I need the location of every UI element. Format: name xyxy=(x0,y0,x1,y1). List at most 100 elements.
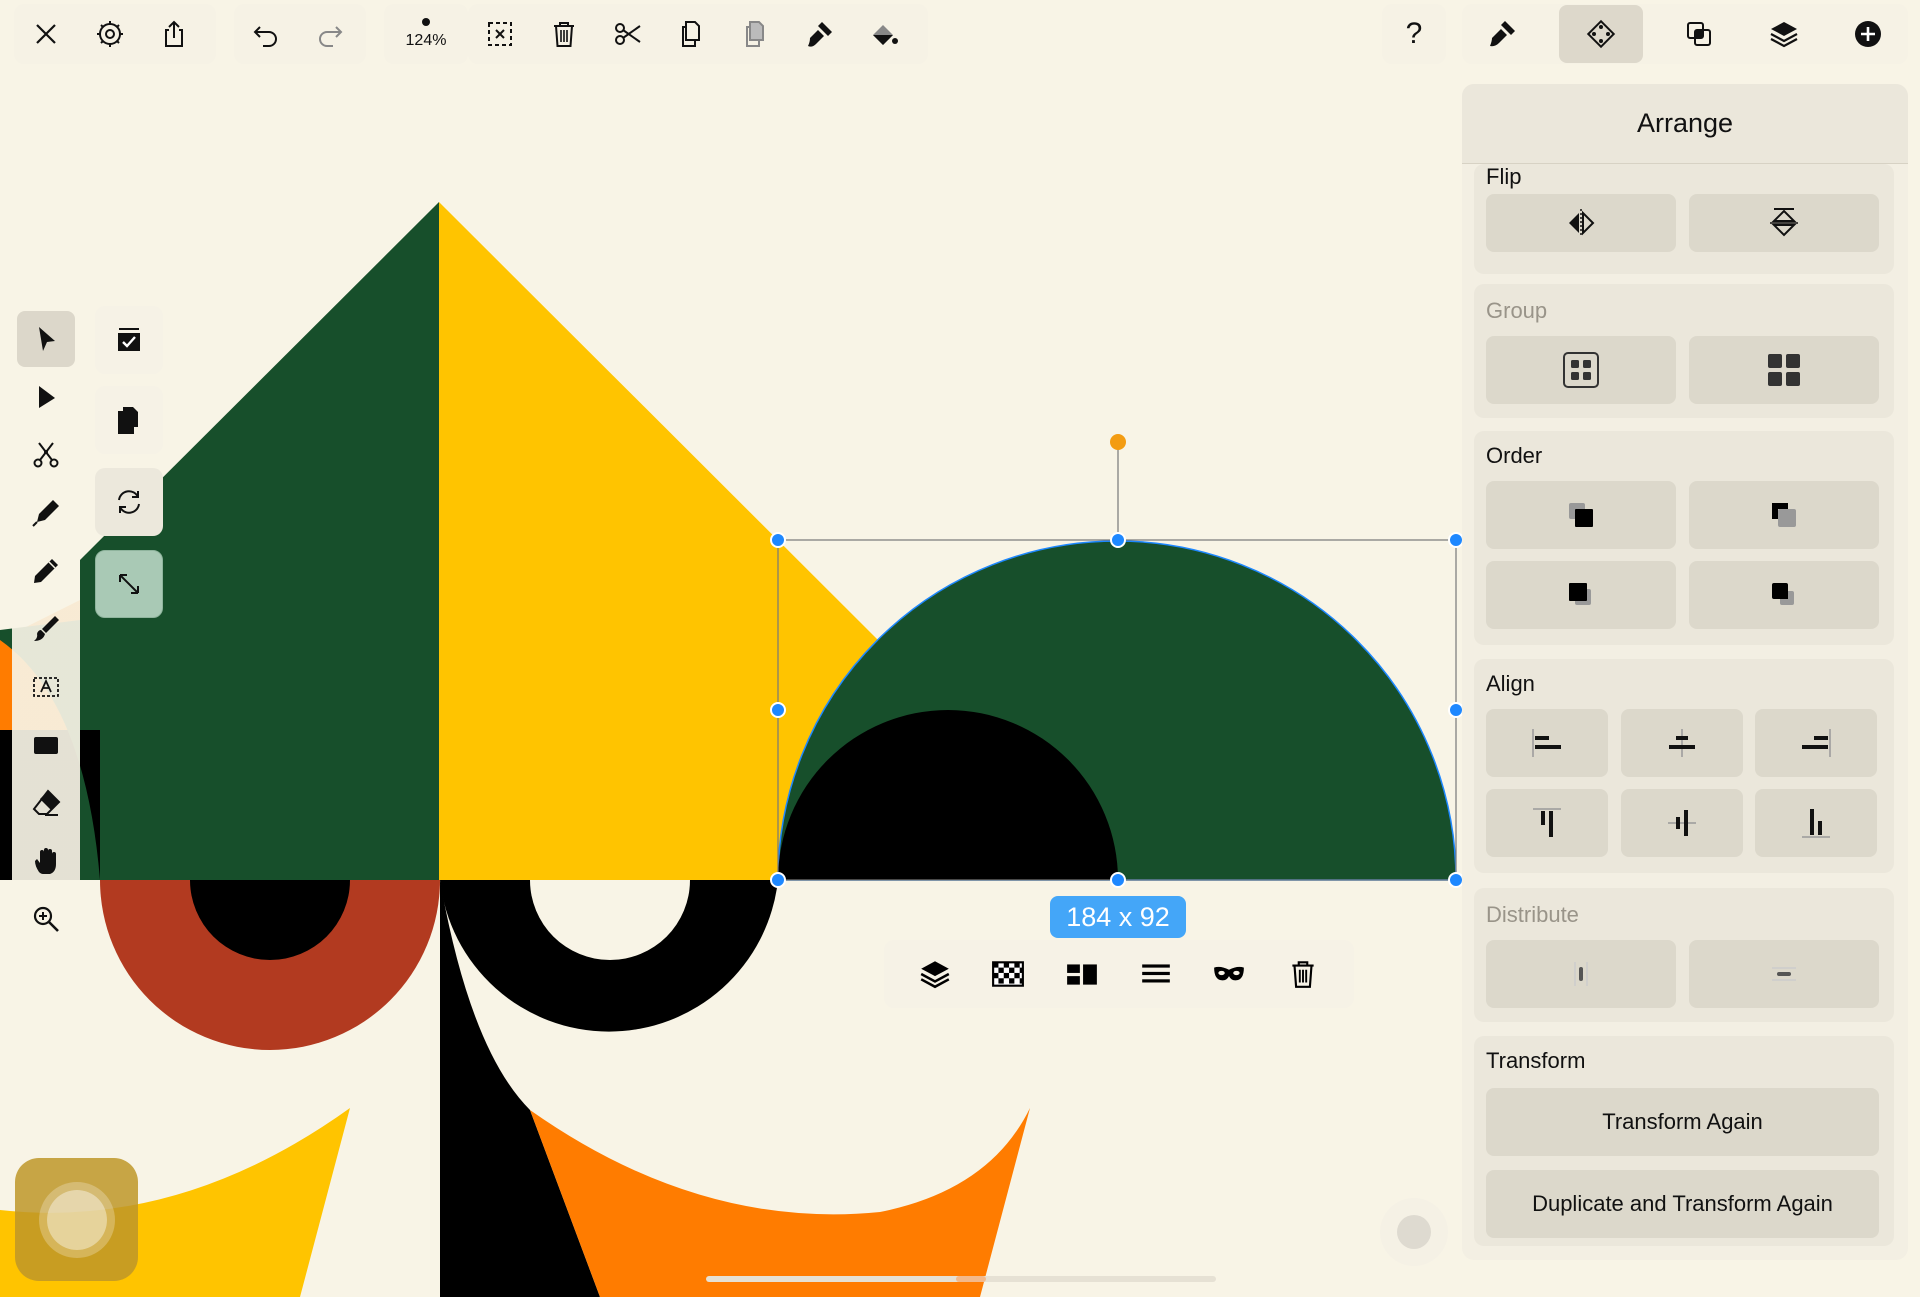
direct-select-tool[interactable] xyxy=(17,369,75,425)
delete-ctx-button[interactable] xyxy=(1273,944,1333,1004)
hand-icon xyxy=(35,848,56,874)
layout-blocks-icon xyxy=(1067,964,1098,985)
layers-inspector-button[interactable] xyxy=(1752,4,1816,64)
style-inspector-button[interactable] xyxy=(1470,4,1534,64)
mask-ctx-button[interactable] xyxy=(1199,944,1259,1004)
bring-to-front-icon xyxy=(1569,503,1593,527)
checkerboard-icon xyxy=(992,961,1025,987)
distribute-horizontal-button[interactable] xyxy=(1486,940,1676,1008)
transform-again-button[interactable]: Transform Again xyxy=(1486,1088,1879,1156)
arrange-ctx-button[interactable] xyxy=(1052,944,1112,1004)
handle-bottom-left[interactable] xyxy=(770,872,786,888)
align-bottom-button[interactable] xyxy=(1755,789,1877,857)
file-toolbar-group xyxy=(14,4,216,64)
rotate-handle[interactable] xyxy=(1110,434,1126,450)
layers-ctx-button[interactable] xyxy=(905,944,965,1004)
undo-button[interactable] xyxy=(234,4,298,64)
paste-button[interactable] xyxy=(724,4,788,64)
select-stack-icon xyxy=(118,328,140,351)
bring-forward-button[interactable] xyxy=(1486,561,1676,629)
distribute-horizontal-icon xyxy=(1574,962,1588,986)
align-right-button[interactable] xyxy=(1755,709,1877,777)
zoom-level-button[interactable]: 124% xyxy=(384,4,468,64)
share-button[interactable] xyxy=(142,4,206,64)
panel-title: Arrange xyxy=(1462,84,1908,164)
ungroup-icon xyxy=(1768,354,1800,386)
send-to-back-icon xyxy=(1772,503,1796,527)
settings-button[interactable] xyxy=(78,4,142,64)
format-brush-button[interactable] xyxy=(788,4,852,64)
flip-vertical-button[interactable] xyxy=(1689,194,1879,252)
align-right-icon xyxy=(1802,729,1831,757)
rectangle-tool[interactable] xyxy=(17,717,75,773)
send-backward-button[interactable] xyxy=(1689,561,1879,629)
menu-ctx-button[interactable] xyxy=(1126,944,1186,1004)
scroll-thumb[interactable] xyxy=(956,1276,986,1282)
fill-button[interactable] xyxy=(852,4,916,64)
zoom-tool[interactable] xyxy=(17,891,75,947)
handle-mid-left[interactable] xyxy=(770,702,786,718)
bring-to-front-button[interactable] xyxy=(1486,481,1676,549)
align-bottom-icon xyxy=(1802,809,1830,838)
brush-tool[interactable] xyxy=(17,601,75,657)
copy-button[interactable] xyxy=(660,4,724,64)
align-top-icon xyxy=(1533,808,1561,837)
handle-top-center[interactable] xyxy=(1110,532,1126,548)
align-title: Align xyxy=(1486,671,1535,696)
scissors-tool-icon xyxy=(33,442,59,468)
path-ops-inspector-button[interactable] xyxy=(1667,4,1731,64)
handle-top-left[interactable] xyxy=(770,532,786,548)
shape-green-triangle[interactable] xyxy=(80,202,439,880)
send-to-back-button[interactable] xyxy=(1689,481,1879,549)
pencil-tool[interactable] xyxy=(17,543,75,599)
add-icon xyxy=(1855,21,1881,47)
copy-icon xyxy=(682,21,700,47)
select-same-button[interactable] xyxy=(95,386,163,454)
layers-icon xyxy=(1769,22,1798,48)
scale-mode-button[interactable] xyxy=(95,550,163,618)
select-icon xyxy=(39,327,55,351)
select-tool[interactable] xyxy=(17,311,75,367)
delete-button[interactable] xyxy=(532,4,596,64)
brush-icon xyxy=(34,616,59,641)
shape-orange-bowl[interactable] xyxy=(530,1108,1030,1297)
help-button[interactable]: ? xyxy=(1382,4,1446,64)
scissors-tool[interactable] xyxy=(17,427,75,483)
undo-icon xyxy=(253,26,277,47)
pen-tool[interactable] xyxy=(17,485,75,541)
quick-action-button[interactable] xyxy=(1380,1198,1448,1266)
align-top-button[interactable] xyxy=(1486,789,1608,857)
duplicate-pages-icon xyxy=(118,407,138,434)
duplicate-transform-again-button[interactable]: Duplicate and Transform Again xyxy=(1486,1170,1879,1238)
redo-button[interactable] xyxy=(298,4,362,64)
rotate-mode-button[interactable] xyxy=(95,468,163,536)
horizontal-scroll-indicator[interactable] xyxy=(706,1276,1216,1282)
text-tool[interactable] xyxy=(17,659,75,715)
pencil-icon xyxy=(34,559,58,583)
handle-bottom-center[interactable] xyxy=(1110,872,1126,888)
add-inspector-button[interactable] xyxy=(1836,4,1900,64)
select-all-button[interactable] xyxy=(95,306,163,374)
align-left-button[interactable] xyxy=(1486,709,1608,777)
flip-horizontal-button[interactable] xyxy=(1486,194,1676,252)
ungroup-button[interactable] xyxy=(1689,336,1879,404)
distribute-vertical-button[interactable] xyxy=(1689,940,1879,1008)
distribute-section: Distribute xyxy=(1474,888,1894,1022)
assistive-touch-button[interactable] xyxy=(15,1158,138,1281)
hand-tool[interactable] xyxy=(17,833,75,889)
eraser-tool[interactable] xyxy=(17,775,75,831)
arrange-inspector-button[interactable] xyxy=(1558,5,1643,63)
order-title: Order xyxy=(1486,443,1543,468)
bring-forward-icon xyxy=(1569,583,1591,605)
zoom-icon xyxy=(33,906,59,932)
cut-button[interactable] xyxy=(596,4,660,64)
align-center-h-button[interactable] xyxy=(1621,709,1743,777)
align-center-v-button[interactable] xyxy=(1621,789,1743,857)
opacity-ctx-button[interactable] xyxy=(978,944,1038,1004)
group-button[interactable] xyxy=(1486,336,1676,404)
close-button[interactable] xyxy=(14,4,78,64)
scissors-icon xyxy=(615,23,641,45)
trash-icon xyxy=(1292,961,1314,988)
deselect-button[interactable] xyxy=(468,4,532,64)
help-toolbar-group: ? xyxy=(1382,4,1446,64)
